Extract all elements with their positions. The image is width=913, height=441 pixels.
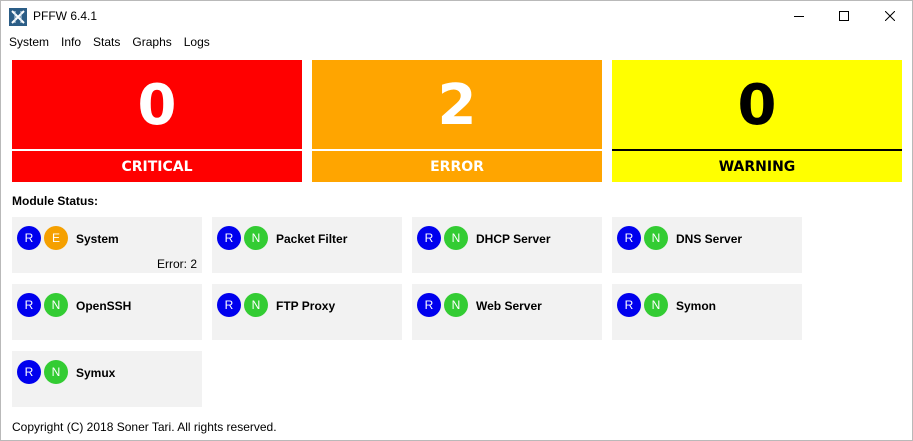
module-card-packet-filter[interactable]: R N Packet Filter xyxy=(212,217,402,273)
window-title: PFFW 6.4.1 xyxy=(33,9,98,23)
module-status-heading: Module Status: xyxy=(12,194,98,208)
module-name: OpenSSH xyxy=(76,299,132,313)
minimize-button[interactable] xyxy=(776,1,822,31)
module-card-openssh[interactable]: R N OpenSSH xyxy=(12,284,202,340)
error-label: ERROR xyxy=(430,159,484,175)
critical-tile[interactable]: 0 CRITICAL xyxy=(12,60,302,182)
running-badge: R xyxy=(617,293,641,317)
module-name: Web Server xyxy=(476,299,542,313)
normal-status-badge: N xyxy=(444,226,468,250)
warning-tile[interactable]: 0 WARNING xyxy=(612,60,902,182)
module-name: DHCP Server xyxy=(476,232,551,246)
error-status-badge: E xyxy=(44,226,68,250)
critical-divider xyxy=(12,149,302,151)
close-icon xyxy=(885,11,895,21)
module-name: Symon xyxy=(676,299,717,313)
running-badge: R xyxy=(217,226,241,250)
running-badge: R xyxy=(617,226,641,250)
module-card-symon[interactable]: R N Symon xyxy=(612,284,802,340)
warning-divider xyxy=(612,149,902,151)
module-name: DNS Server xyxy=(676,232,743,246)
critical-label: CRITICAL xyxy=(121,159,193,175)
menu-system[interactable]: System xyxy=(1,32,55,52)
menu-logs[interactable]: Logs xyxy=(178,32,216,52)
running-badge: R xyxy=(17,293,41,317)
module-name: Symux xyxy=(76,366,116,380)
title-bar[interactable]: PFFW 6.4.1 xyxy=(1,1,912,31)
module-card-system[interactable]: R E System Error: 2 xyxy=(12,217,202,273)
normal-status-badge: N xyxy=(644,226,668,250)
module-name: Packet Filter xyxy=(276,232,348,246)
running-badge: R xyxy=(17,360,41,384)
minimize-icon xyxy=(794,16,804,17)
menu-bar: System Info Stats Graphs Logs xyxy=(1,32,216,52)
menu-graphs[interactable]: Graphs xyxy=(126,32,177,52)
normal-status-badge: N xyxy=(444,293,468,317)
maximize-button[interactable] xyxy=(821,1,867,31)
normal-status-badge: N xyxy=(244,293,268,317)
error-tile[interactable]: 2 ERROR xyxy=(312,60,602,182)
menu-stats[interactable]: Stats xyxy=(87,32,126,52)
error-count: 2 xyxy=(437,72,477,138)
module-card-ftp-proxy[interactable]: R N FTP Proxy xyxy=(212,284,402,340)
running-badge: R xyxy=(217,293,241,317)
warning-count: 0 xyxy=(737,72,777,138)
running-badge: R xyxy=(417,226,441,250)
warning-label: WARNING xyxy=(718,159,796,175)
module-card-web-server[interactable]: R N Web Server xyxy=(412,284,602,340)
module-name: System xyxy=(76,232,119,246)
app-window: PFFW 6.4.1 System Info Stats Graphs Logs… xyxy=(0,0,913,441)
error-divider xyxy=(312,149,602,151)
module-card-dhcp-server[interactable]: R N DHCP Server xyxy=(412,217,602,273)
normal-status-badge: N xyxy=(44,360,68,384)
module-name: FTP Proxy xyxy=(276,299,336,313)
module-card-dns-server[interactable]: R N DNS Server xyxy=(612,217,802,273)
module-card-symux[interactable]: R N Symux xyxy=(12,351,202,407)
menu-info[interactable]: Info xyxy=(55,32,87,52)
module-error-count: Error: 2 xyxy=(156,257,197,271)
normal-status-badge: N xyxy=(644,293,668,317)
running-badge: R xyxy=(17,226,41,250)
copyright-footer: Copyright (C) 2018 Soner Tari. All right… xyxy=(12,420,277,434)
maximize-icon xyxy=(839,11,849,21)
app-logo-icon xyxy=(9,8,27,26)
running-badge: R xyxy=(417,293,441,317)
critical-count: 0 xyxy=(137,72,177,138)
close-button[interactable] xyxy=(867,1,913,31)
normal-status-badge: N xyxy=(244,226,268,250)
normal-status-badge: N xyxy=(44,293,68,317)
